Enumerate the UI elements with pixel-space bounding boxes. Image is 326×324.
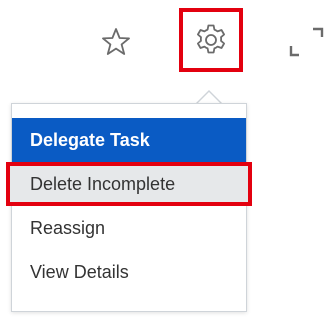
- menu-item-label: Delete Incomplete: [30, 173, 176, 194]
- gear-dropdown-menu: Delegate Task Delete Incomplete Reassign…: [6, 103, 252, 312]
- favorite-button[interactable]: [96, 22, 136, 62]
- menu-item-label: Reassign: [30, 217, 106, 238]
- task-actions-panel: Delegate Task Delete Incomplete Reassign…: [0, 0, 326, 324]
- menu-list: Delegate Task Delete Incomplete Reassign…: [6, 118, 252, 294]
- expand-button[interactable]: [289, 24, 326, 58]
- gear-icon: [197, 24, 225, 54]
- menu-item-delete-incomplete[interactable]: Delete Incomplete: [6, 162, 252, 206]
- menu-item-delegate-task[interactable]: Delegate Task: [12, 118, 246, 162]
- menu-item-view-details[interactable]: View Details: [12, 250, 246, 294]
- menu-item-label: View Details: [30, 261, 129, 282]
- menu-item-reassign[interactable]: Reassign: [12, 206, 246, 250]
- star-outline-icon: [102, 28, 130, 55]
- expand-icon: [289, 27, 324, 57]
- menu-item-label: Delegate Task: [30, 129, 150, 150]
- settings-gear-button[interactable]: [179, 8, 243, 72]
